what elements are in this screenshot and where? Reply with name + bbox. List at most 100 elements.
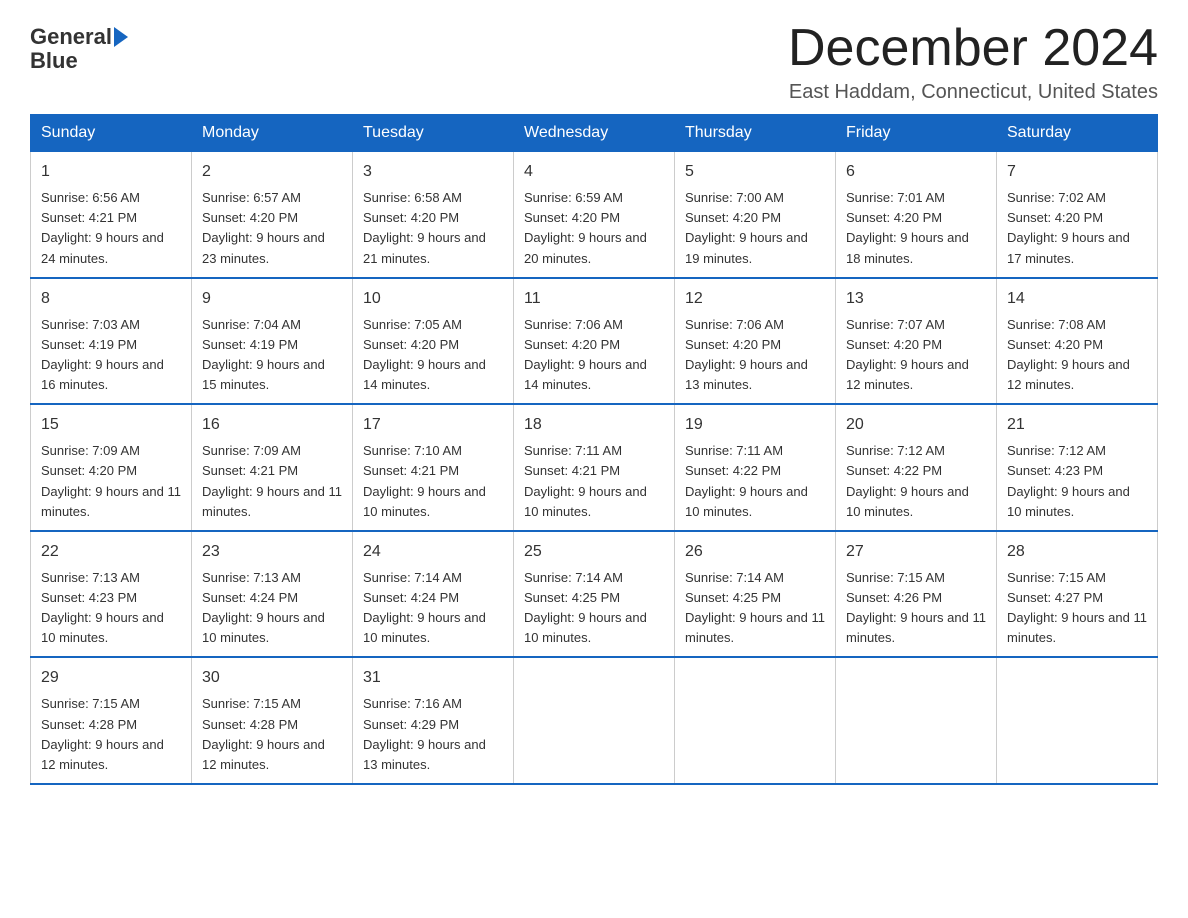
day-number: 6 [846, 160, 986, 184]
day-number: 18 [524, 413, 664, 437]
day-number: 3 [363, 160, 503, 184]
day-info: Sunrise: 7:08 AMSunset: 4:20 PMDaylight:… [1007, 317, 1130, 392]
calendar-cell: 31 Sunrise: 7:16 AMSunset: 4:29 PMDaylig… [353, 657, 514, 784]
calendar-cell [997, 657, 1158, 784]
calendar-cell: 8 Sunrise: 7:03 AMSunset: 4:19 PMDayligh… [31, 278, 192, 405]
page-header: General Blue December 2024 East Haddam, … [30, 20, 1158, 104]
calendar-cell: 19 Sunrise: 7:11 AMSunset: 4:22 PMDaylig… [675, 404, 836, 531]
day-number: 26 [685, 540, 825, 564]
calendar-cell [514, 657, 675, 784]
day-info: Sunrise: 7:15 AMSunset: 4:28 PMDaylight:… [202, 696, 325, 771]
calendar-cell: 20 Sunrise: 7:12 AMSunset: 4:22 PMDaylig… [836, 404, 997, 531]
calendar-cell: 3 Sunrise: 6:58 AMSunset: 4:20 PMDayligh… [353, 151, 514, 278]
day-number: 28 [1007, 540, 1147, 564]
day-info: Sunrise: 7:06 AMSunset: 4:20 PMDaylight:… [524, 317, 647, 392]
day-info: Sunrise: 7:15 AMSunset: 4:28 PMDaylight:… [41, 696, 164, 771]
calendar-cell: 15 Sunrise: 7:09 AMSunset: 4:20 PMDaylig… [31, 404, 192, 531]
day-number: 17 [363, 413, 503, 437]
calendar-cell [836, 657, 997, 784]
calendar-header-wednesday: Wednesday [514, 115, 675, 151]
day-info: Sunrise: 7:15 AMSunset: 4:26 PMDaylight:… [846, 570, 986, 645]
calendar-cell: 5 Sunrise: 7:00 AMSunset: 4:20 PMDayligh… [675, 151, 836, 278]
calendar-cell: 22 Sunrise: 7:13 AMSunset: 4:23 PMDaylig… [31, 531, 192, 658]
calendar-cell: 6 Sunrise: 7:01 AMSunset: 4:20 PMDayligh… [836, 151, 997, 278]
day-number: 20 [846, 413, 986, 437]
day-info: Sunrise: 6:58 AMSunset: 4:20 PMDaylight:… [363, 190, 486, 265]
day-info: Sunrise: 7:03 AMSunset: 4:19 PMDaylight:… [41, 317, 164, 392]
logo: General Blue [30, 20, 128, 73]
day-number: 8 [41, 287, 181, 311]
day-info: Sunrise: 7:00 AMSunset: 4:20 PMDaylight:… [685, 190, 808, 265]
calendar-cell: 28 Sunrise: 7:15 AMSunset: 4:27 PMDaylig… [997, 531, 1158, 658]
day-info: Sunrise: 7:15 AMSunset: 4:27 PMDaylight:… [1007, 570, 1147, 645]
day-info: Sunrise: 7:09 AMSunset: 4:21 PMDaylight:… [202, 443, 342, 518]
calendar-cell: 21 Sunrise: 7:12 AMSunset: 4:23 PMDaylig… [997, 404, 1158, 531]
day-number: 10 [363, 287, 503, 311]
day-info: Sunrise: 7:09 AMSunset: 4:20 PMDaylight:… [41, 443, 181, 518]
day-number: 23 [202, 540, 342, 564]
calendar-cell: 11 Sunrise: 7:06 AMSunset: 4:20 PMDaylig… [514, 278, 675, 405]
calendar-cell [675, 657, 836, 784]
day-number: 2 [202, 160, 342, 184]
calendar-cell: 17 Sunrise: 7:10 AMSunset: 4:21 PMDaylig… [353, 404, 514, 531]
title-area: December 2024 East Haddam, Connecticut, … [788, 20, 1158, 104]
day-info: Sunrise: 7:12 AMSunset: 4:22 PMDaylight:… [846, 443, 969, 518]
calendar-header-friday: Friday [836, 115, 997, 151]
calendar-cell: 7 Sunrise: 7:02 AMSunset: 4:20 PMDayligh… [997, 151, 1158, 278]
calendar-cell: 9 Sunrise: 7:04 AMSunset: 4:19 PMDayligh… [192, 278, 353, 405]
calendar-cell: 10 Sunrise: 7:05 AMSunset: 4:20 PMDaylig… [353, 278, 514, 405]
day-number: 22 [41, 540, 181, 564]
calendar-cell: 13 Sunrise: 7:07 AMSunset: 4:20 PMDaylig… [836, 278, 997, 405]
day-info: Sunrise: 7:12 AMSunset: 4:23 PMDaylight:… [1007, 443, 1130, 518]
calendar-cell: 16 Sunrise: 7:09 AMSunset: 4:21 PMDaylig… [192, 404, 353, 531]
day-number: 29 [41, 666, 181, 690]
day-number: 7 [1007, 160, 1147, 184]
calendar-week-row: 29 Sunrise: 7:15 AMSunset: 4:28 PMDaylig… [31, 657, 1158, 784]
calendar-cell: 24 Sunrise: 7:14 AMSunset: 4:24 PMDaylig… [353, 531, 514, 658]
day-number: 27 [846, 540, 986, 564]
calendar-week-row: 8 Sunrise: 7:03 AMSunset: 4:19 PMDayligh… [31, 278, 1158, 405]
logo-text-general: General [30, 25, 112, 49]
day-number: 1 [41, 160, 181, 184]
day-number: 19 [685, 413, 825, 437]
calendar-table: SundayMondayTuesdayWednesdayThursdayFrid… [30, 114, 1158, 785]
day-number: 25 [524, 540, 664, 564]
day-info: Sunrise: 7:14 AMSunset: 4:25 PMDaylight:… [524, 570, 647, 645]
calendar-cell: 23 Sunrise: 7:13 AMSunset: 4:24 PMDaylig… [192, 531, 353, 658]
calendar-cell: 4 Sunrise: 6:59 AMSunset: 4:20 PMDayligh… [514, 151, 675, 278]
calendar-cell: 14 Sunrise: 7:08 AMSunset: 4:20 PMDaylig… [997, 278, 1158, 405]
calendar-header-monday: Monday [192, 115, 353, 151]
day-info: Sunrise: 7:02 AMSunset: 4:20 PMDaylight:… [1007, 190, 1130, 265]
day-info: Sunrise: 6:56 AMSunset: 4:21 PMDaylight:… [41, 190, 164, 265]
calendar-header-thursday: Thursday [675, 115, 836, 151]
calendar-cell: 1 Sunrise: 6:56 AMSunset: 4:21 PMDayligh… [31, 151, 192, 278]
day-info: Sunrise: 7:07 AMSunset: 4:20 PMDaylight:… [846, 317, 969, 392]
calendar-header-tuesday: Tuesday [353, 115, 514, 151]
day-info: Sunrise: 6:57 AMSunset: 4:20 PMDaylight:… [202, 190, 325, 265]
calendar-cell: 26 Sunrise: 7:14 AMSunset: 4:25 PMDaylig… [675, 531, 836, 658]
day-number: 11 [524, 287, 664, 311]
calendar-cell: 25 Sunrise: 7:14 AMSunset: 4:25 PMDaylig… [514, 531, 675, 658]
location-subtitle: East Haddam, Connecticut, United States [788, 81, 1158, 104]
calendar-week-row: 22 Sunrise: 7:13 AMSunset: 4:23 PMDaylig… [31, 531, 1158, 658]
day-number: 4 [524, 160, 664, 184]
day-number: 5 [685, 160, 825, 184]
calendar-week-row: 15 Sunrise: 7:09 AMSunset: 4:20 PMDaylig… [31, 404, 1158, 531]
day-number: 13 [846, 287, 986, 311]
day-info: Sunrise: 7:11 AMSunset: 4:21 PMDaylight:… [524, 443, 647, 518]
day-number: 9 [202, 287, 342, 311]
day-number: 15 [41, 413, 181, 437]
day-number: 16 [202, 413, 342, 437]
calendar-week-row: 1 Sunrise: 6:56 AMSunset: 4:21 PMDayligh… [31, 151, 1158, 278]
logo-arrow-icon [114, 27, 128, 47]
day-info: Sunrise: 7:14 AMSunset: 4:25 PMDaylight:… [685, 570, 825, 645]
day-number: 24 [363, 540, 503, 564]
calendar-cell: 2 Sunrise: 6:57 AMSunset: 4:20 PMDayligh… [192, 151, 353, 278]
day-info: Sunrise: 6:59 AMSunset: 4:20 PMDaylight:… [524, 190, 647, 265]
calendar-header-row: SundayMondayTuesdayWednesdayThursdayFrid… [31, 115, 1158, 151]
day-info: Sunrise: 7:10 AMSunset: 4:21 PMDaylight:… [363, 443, 486, 518]
day-info: Sunrise: 7:11 AMSunset: 4:22 PMDaylight:… [685, 443, 808, 518]
calendar-cell: 18 Sunrise: 7:11 AMSunset: 4:21 PMDaylig… [514, 404, 675, 531]
day-number: 12 [685, 287, 825, 311]
calendar-cell: 12 Sunrise: 7:06 AMSunset: 4:20 PMDaylig… [675, 278, 836, 405]
